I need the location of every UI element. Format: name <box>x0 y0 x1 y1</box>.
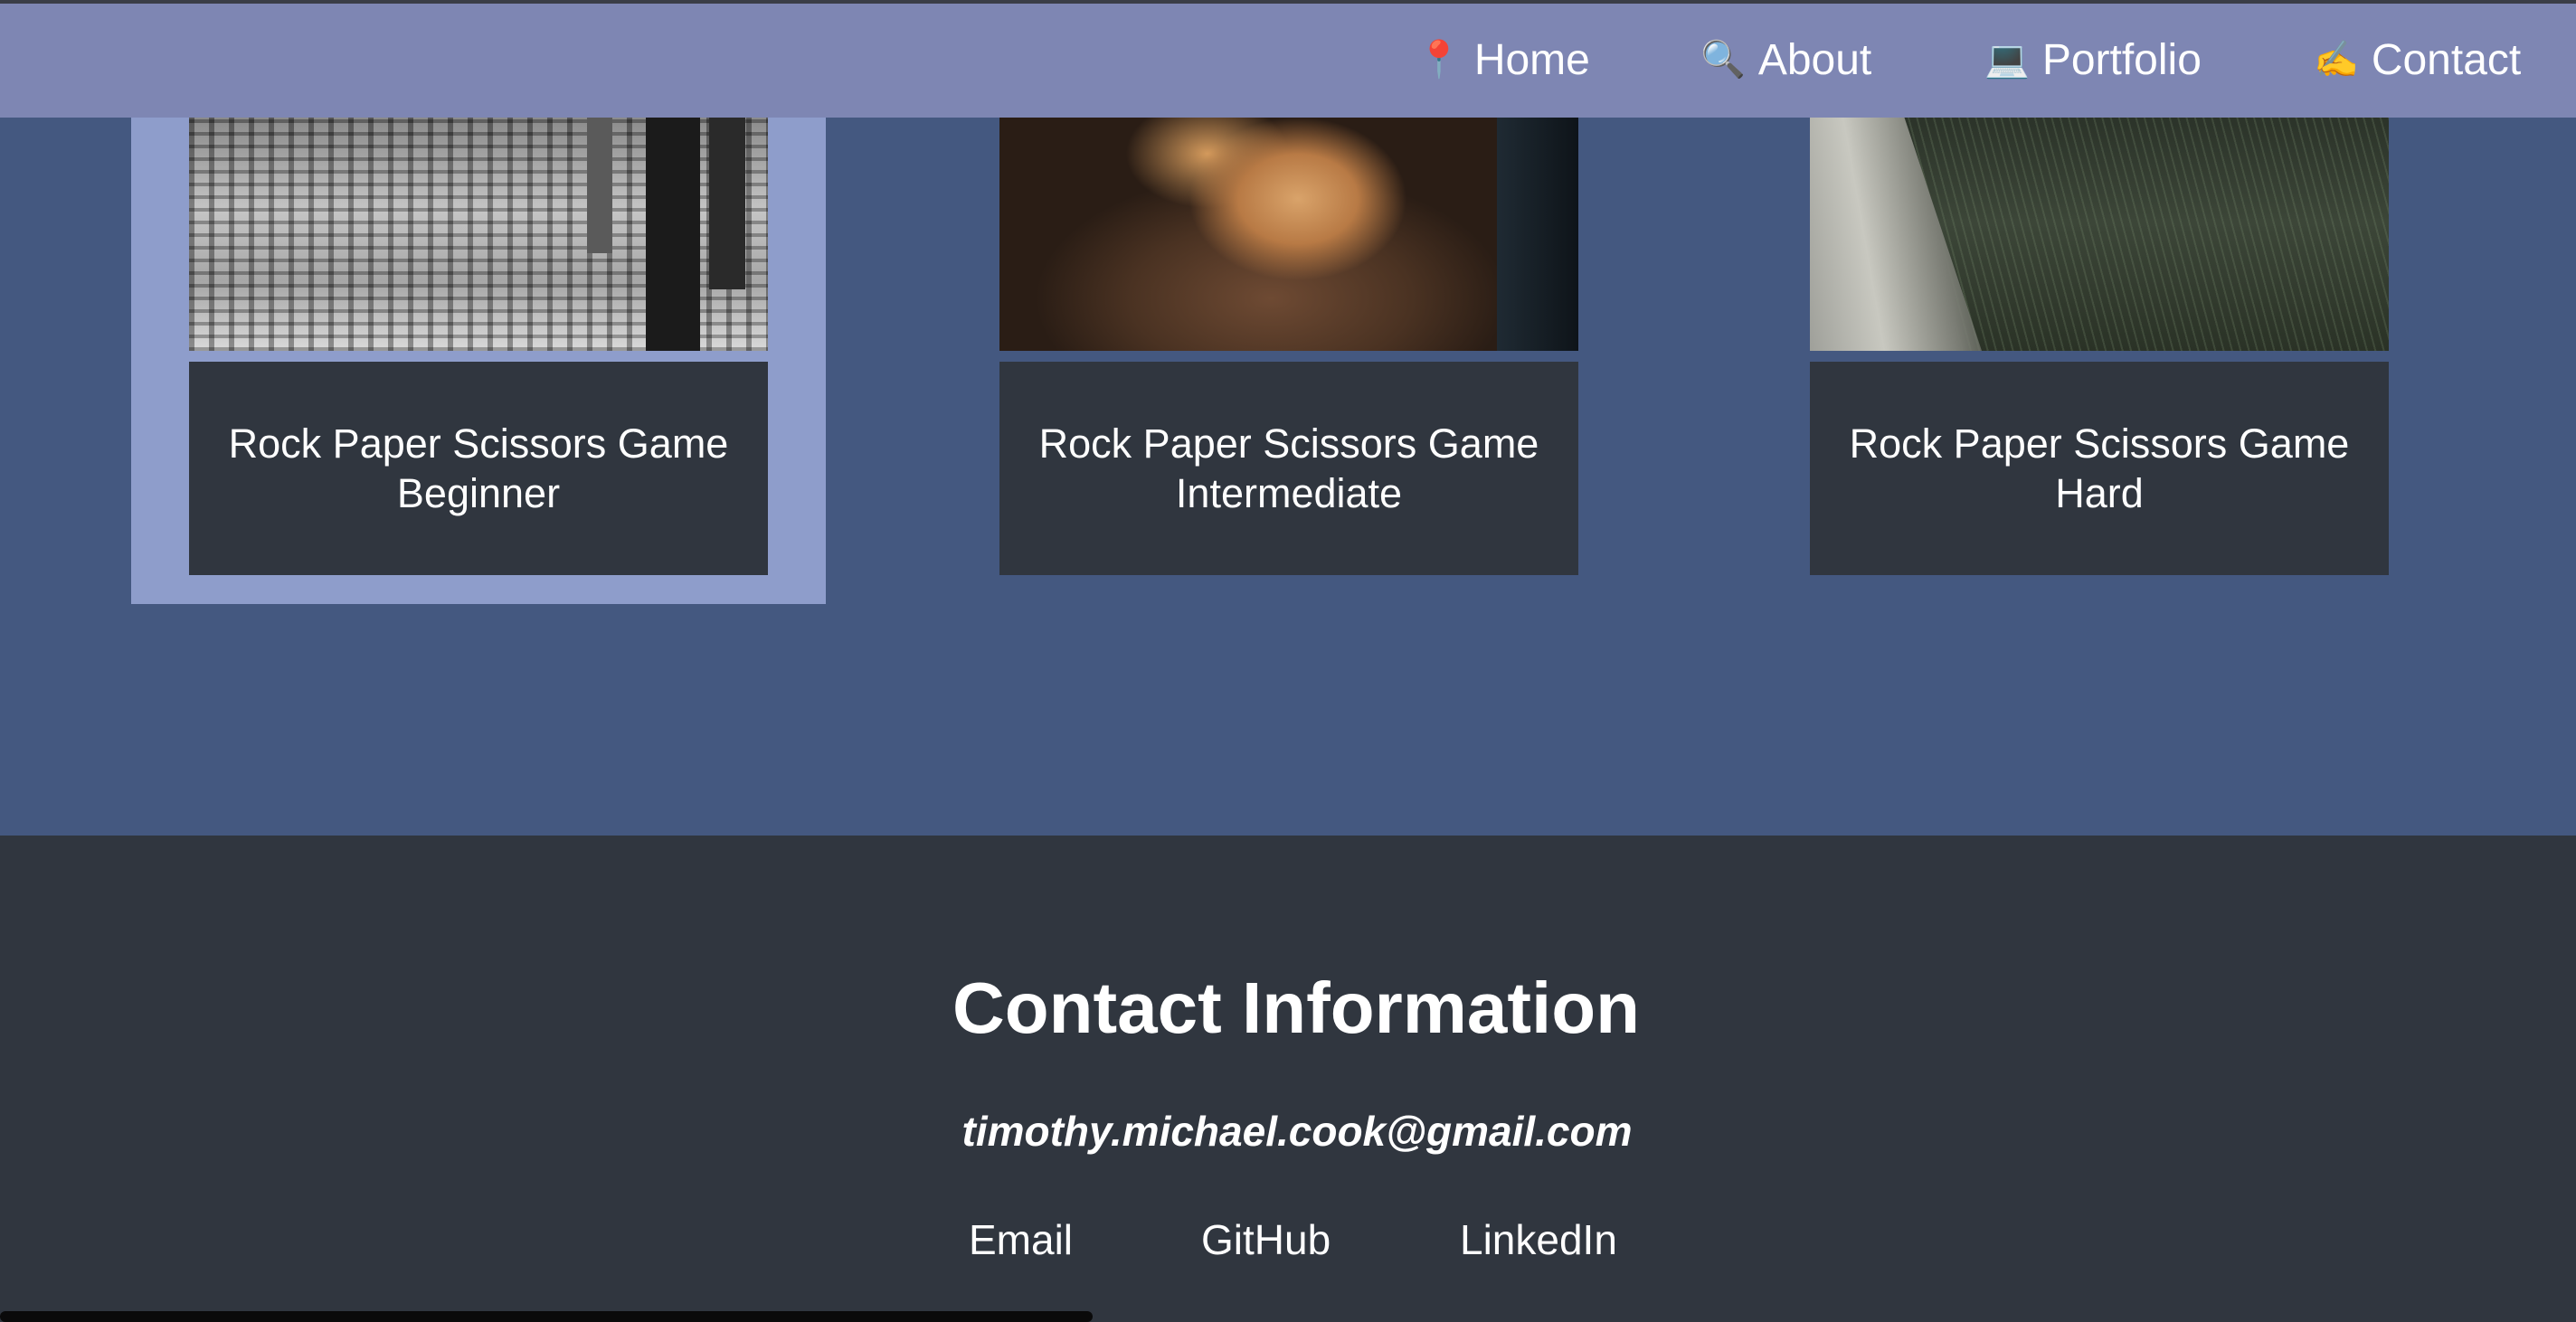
contact-links: Email GitHub LinkedIn <box>0 1215 2576 1270</box>
pin-icon: 📍 <box>1416 40 1462 80</box>
skyscraper-shape <box>709 118 745 289</box>
card-title: Rock Paper Scissors Game Hard <box>1849 420 2350 516</box>
contact-email-text: timothy.michael.cook@gmail.com <box>961 1108 1633 1155</box>
github-link[interactable]: GitHub <box>1201 1215 1331 1264</box>
linkedin-link[interactable]: LinkedIn <box>1460 1215 1617 1264</box>
email-link[interactable]: Email <box>969 1215 1073 1264</box>
nav-about[interactable]: 🔍 About <box>1700 33 1871 87</box>
contact-footer: Contact Information timothy.michael.cook… <box>0 836 2576 1322</box>
card-caption: Rock Paper Scissors Game Intermediate <box>999 362 1578 575</box>
card-caption: Rock Paper Scissors Game Hard <box>1810 362 2389 575</box>
portfolio-card-hard[interactable]: Rock Paper Scissors Game Hard <box>1810 118 2389 575</box>
horizontal-scrollbar[interactable] <box>0 1311 1093 1322</box>
card-caption: Rock Paper Scissors Game Beginner <box>189 362 768 575</box>
skyscraper-shape <box>587 118 612 253</box>
tree-trunk-shape <box>1810 118 1982 351</box>
portfolio-card-beginner[interactable]: Rock Paper Scissors Game Beginner <box>189 118 768 575</box>
laptop-icon: 💻 <box>1984 40 2030 80</box>
nav-home[interactable]: 📍 Home <box>1416 33 1590 87</box>
nav-portfolio[interactable]: 💻 Portfolio <box>1984 33 2202 87</box>
skyscraper-shape <box>646 118 700 351</box>
portfolio-section: Rock Paper Scissors Game Beginner Rock P… <box>0 118 2576 836</box>
contact-heading: Contact Information <box>952 968 1640 1048</box>
nav-contact[interactable]: ✍️ Contact <box>2314 33 2521 87</box>
tiger-paw-image[interactable] <box>999 118 1578 351</box>
nav-contact-label: Contact <box>2371 35 2522 84</box>
writing-hand-icon: ✍️ <box>2314 40 2359 80</box>
card-title: Rock Paper Scissors Game Beginner <box>228 420 729 516</box>
magnifier-icon: 🔍 <box>1700 40 1746 80</box>
forest-grass-image[interactable] <box>1810 118 2389 351</box>
image-shadow <box>1497 118 1578 351</box>
top-navbar: 📍 Home 🔍 About 💻 Portfolio ✍️ Contact <box>0 4 2576 118</box>
city-skyline-image[interactable] <box>189 118 768 351</box>
card-title: Rock Paper Scissors Game Intermediate <box>1038 420 1539 516</box>
nav-home-label: Home <box>1473 35 1590 84</box>
nav-portfolio-label: Portfolio <box>2041 35 2202 84</box>
portfolio-card-intermediate[interactable]: Rock Paper Scissors Game Intermediate <box>999 118 1578 575</box>
nav-about-label: About <box>1757 35 1872 84</box>
